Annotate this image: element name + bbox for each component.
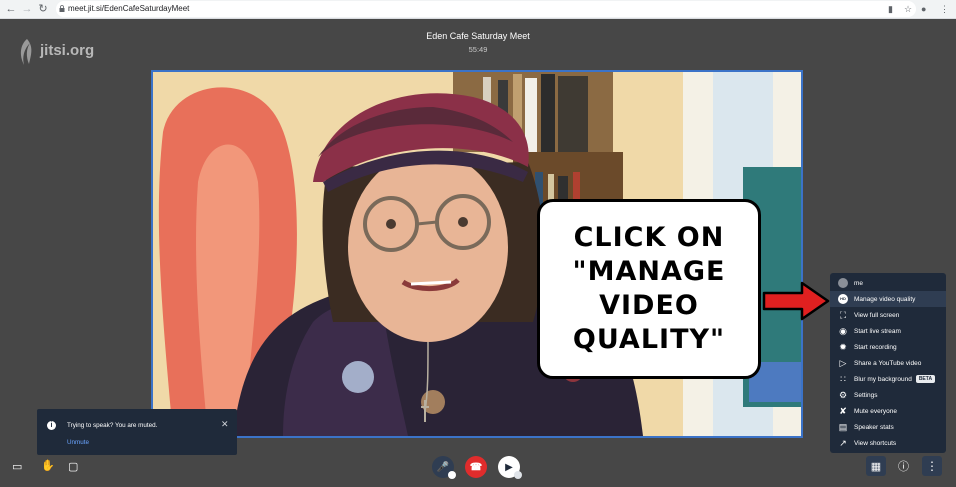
menu-item-speaker-stats[interactable]: ▤ Speaker stats — [830, 419, 946, 435]
menu-item-me[interactable]: me — [830, 275, 946, 291]
chat-icon[interactable]: ▢ — [68, 460, 78, 474]
menu-item-label: Start live stream — [854, 327, 901, 335]
info-icon: i — [47, 421, 56, 430]
tile-view-icon: ▦ — [870, 460, 882, 473]
meeting-header: Eden Cafe Saturday Meet 55:49 — [0, 31, 956, 54]
avatar-icon — [838, 278, 848, 288]
menu-item-label: Mute everyone — [854, 407, 897, 415]
unmute-link[interactable]: Unmute — [67, 439, 89, 446]
youtube-play-icon: ▷ — [839, 358, 847, 368]
instruction-callout: CLICK ON "MANAGE VIDEO QUALITY" — [537, 199, 761, 379]
video-camera-icon: ▶ — [505, 461, 513, 473]
menu-item-start-recording[interactable]: ✹ Start recording — [830, 339, 946, 355]
menu-item-label: View shortcuts — [854, 439, 897, 447]
menu-item-settings[interactable]: ⚙ Settings — [830, 387, 946, 403]
camera-options-icon[interactable] — [514, 471, 522, 479]
shortcut-icon: ↗ — [839, 438, 847, 448]
menu-item-label: Manage video quality — [854, 295, 916, 303]
menu-item-share-youtube-video[interactable]: ▷ Share a YouTube video — [830, 355, 946, 371]
raise-hand-icon[interactable]: ✋ — [41, 459, 55, 473]
beta-badge: BETA — [915, 375, 936, 383]
more-actions-button[interactable]: ⋮ — [922, 456, 942, 476]
recording-icon: ✹ — [839, 342, 847, 352]
fullscreen-icon: ⛶ — [839, 310, 847, 320]
menu-item-label: Blur my background — [854, 375, 912, 383]
forward-arrow-icon[interactable]: → — [20, 2, 34, 16]
overflow-menu: me HD Manage video quality ⛶ View full s… — [830, 273, 946, 453]
hangup-button[interactable]: ☎ — [465, 456, 487, 478]
menu-item-label: Share a YouTube video — [854, 359, 922, 367]
menu-item-view-shortcuts[interactable]: ↗ View shortcuts — [830, 435, 946, 451]
microphone-options-icon[interactable] — [448, 471, 456, 479]
stats-icon: ▤ — [838, 422, 848, 432]
kebab-menu-icon: ⋮ — [926, 459, 938, 473]
reload-icon[interactable]: ↻ — [36, 2, 50, 16]
info-icon[interactable]: ⓘ — [898, 460, 909, 474]
live-stream-icon: ◉ — [839, 326, 847, 336]
blur-icon: ∷ — [840, 374, 846, 384]
close-icon[interactable]: ✕ — [221, 420, 229, 429]
browser-chrome: ← → ↻ meet.jit.si/EdenCafeSaturdayMeet ▮… — [0, 0, 956, 19]
menu-item-label: me — [854, 279, 864, 287]
microphone-button[interactable]: 🎤 — [432, 456, 456, 479]
menu-item-label: Speaker stats — [854, 423, 894, 431]
menu-item-label: View full screen — [854, 311, 900, 319]
star-icon[interactable]: ☆ — [904, 3, 912, 15]
kebab-menu-icon[interactable]: ⋮ — [940, 3, 949, 15]
meeting-title: Eden Cafe Saturday Meet — [426, 31, 530, 41]
menu-item-manage-video-quality[interactable]: HD Manage video quality — [830, 291, 946, 307]
microphone-muted-icon: 🎤 — [436, 461, 450, 473]
menu-item-label: Settings — [854, 391, 878, 399]
tile-view-button[interactable]: ▦ — [866, 456, 886, 476]
hangup-icon: ☎ — [469, 461, 483, 473]
hd-icon: HD — [838, 294, 848, 304]
gear-icon: ⚙ — [838, 390, 848, 400]
callout-text: CLICK ON "MANAGE VIDEO QUALITY" — [572, 222, 726, 355]
menu-item-view-full-screen[interactable]: ⛶ View full screen — [830, 307, 946, 323]
address-bar[interactable]: meet.jit.si/EdenCafeSaturdayMeet — [56, 1, 916, 17]
screen-share-icon[interactable]: ▭ — [12, 460, 22, 474]
jitsi-app: jitsi.org Eden Cafe Saturday Meet 55:49 — [0, 19, 956, 487]
callout-arrow-icon — [762, 281, 830, 321]
lock-icon — [59, 5, 65, 12]
notification-message: Trying to speak? You are muted. — [67, 422, 158, 429]
account-icon[interactable]: ● — [921, 3, 926, 15]
menu-item-start-live-stream[interactable]: ◉ Start live stream — [830, 323, 946, 339]
mute-everyone-icon: ✘ — [839, 406, 847, 416]
muted-notification: i Trying to speak? You are muted. ✕ Unmu… — [37, 409, 237, 455]
back-arrow-icon[interactable]: ← — [4, 2, 18, 16]
camera-icon[interactable]: ▮ — [888, 3, 893, 15]
url-text: meet.jit.si/EdenCafeSaturdayMeet — [68, 4, 190, 13]
camera-button[interactable]: ▶ — [498, 456, 522, 479]
menu-item-mute-everyone[interactable]: ✘ Mute everyone — [830, 403, 946, 419]
menu-item-blur-background[interactable]: ∷ Blur my background BETA — [830, 371, 946, 387]
meeting-timer: 55:49 — [468, 45, 488, 54]
menu-item-label: Start recording — [854, 343, 897, 351]
